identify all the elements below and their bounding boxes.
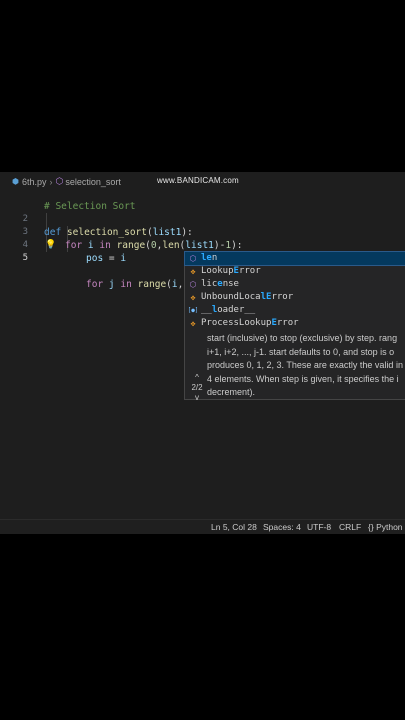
doc-line: 4 elements. When step is given, it speci… [207, 373, 399, 384]
chevron-right-icon: › [49, 176, 53, 187]
class-icon: ✥ [190, 267, 196, 276]
code-line[interactable]: 2 def selection_sort(list1): [0, 200, 405, 238]
status-language-label: Python [376, 522, 403, 532]
breadcrumb-file[interactable]: 6th.py [22, 177, 47, 187]
code-line[interactable]: # Selection Sort [0, 187, 405, 212]
suggestion-text: n [211, 253, 218, 263]
cube-icon: ⬡ [55, 176, 64, 186]
status-bar: Ln 5, Col 28 Spaces: 4 UTF-8 CRLF {} Pyt… [0, 519, 405, 534]
suggestion-text: __ [201, 305, 212, 315]
field-icon: [●] [187, 307, 199, 314]
braces-icon: {} [368, 522, 374, 532]
suggestion-text: lic [201, 279, 218, 289]
suggestion-text: nse [222, 279, 239, 289]
doc-line: i+1, i+2, ..., j-1. start defaults to 0,… [207, 346, 395, 357]
doc-line: decrement). [207, 387, 256, 397]
signature-counter: 2/2 [191, 383, 203, 392]
suggestion-text: rror [271, 292, 294, 302]
suggestion-item[interactable]: ✥ UnboundLoca lE rror [185, 291, 405, 304]
variable: j [108, 279, 115, 290]
doc-text: start (inclusive) to stop (exclusive) by… [207, 332, 405, 400]
suggestion-item[interactable]: ✥ Lookup Error [185, 265, 405, 278]
suggestion-text: oad [217, 305, 234, 315]
lightbulb-icon[interactable]: 💡 [45, 239, 56, 252]
function-name: range [137, 279, 167, 290]
code-line[interactable]: 3 for i in range(0,len(list1)-1): [0, 213, 405, 251]
suggestion-text: UnboundLoca [201, 292, 261, 302]
line-number: 5 [22, 253, 28, 263]
suggestion-widget[interactable]: ⬡ le n ✥ Lookup Error ⬡ lic e nse ✥ UnboundLoca l… [184, 251, 405, 331]
status-eol[interactable]: CRLF [339, 520, 361, 534]
suggestion-item[interactable]: [●] __ l oad er__ [185, 304, 405, 317]
keyword: for [86, 279, 104, 290]
suggestion-item[interactable]: ⬡ le n [184, 251, 405, 266]
variable: pos [86, 253, 104, 264]
status-indentation[interactable]: Spaces: 4 [263, 520, 301, 534]
keyword: in [120, 279, 132, 290]
suggestion-text: er__ [233, 305, 256, 315]
cube-icon: ⬡ [189, 254, 197, 263]
breadcrumb-symbol[interactable]: selection_sort [65, 177, 121, 187]
suggestion-item[interactable]: ⬡ lic e nse [185, 278, 405, 291]
cube-icon: ⬡ [189, 280, 197, 289]
doc-line: produces 0, 1, 2, 3. These are exactly t… [207, 360, 403, 370]
code-text: pos = i [86, 252, 126, 265]
chevron-down-icon[interactable]: v [189, 393, 205, 403]
signature-nav[interactable]: ^ 2/2 v [189, 373, 205, 403]
operator: = [103, 253, 121, 264]
status-language[interactable]: {} Python [368, 520, 403, 534]
suggestion-text: Lookup [201, 266, 234, 276]
variable: i [120, 253, 127, 264]
chevron-up-icon[interactable]: ^ [189, 373, 205, 383]
suggestion-match: le [201, 253, 212, 263]
status-encoding[interactable]: UTF-8 [307, 520, 331, 534]
python-file-icon: ⬢ [12, 177, 19, 186]
doc-line: start (inclusive) to stop (exclusive) by… [207, 333, 398, 343]
documentation-panel: ^ 2/2 v start (inclusive) to stop (exclu… [184, 329, 405, 403]
watermark: www.BANDICAM.com [157, 176, 239, 185]
code-line[interactable]: 4 pos = i [0, 226, 405, 264]
code-area[interactable]: # Selection Sort 2 def selection_sort(li… [0, 187, 405, 290]
status-cursor-position[interactable]: Ln 5, Col 28 [211, 520, 257, 534]
class-icon: ✥ [190, 293, 196, 302]
suggestion-match: lE [260, 292, 272, 302]
suggestion-text: rror [238, 266, 261, 276]
